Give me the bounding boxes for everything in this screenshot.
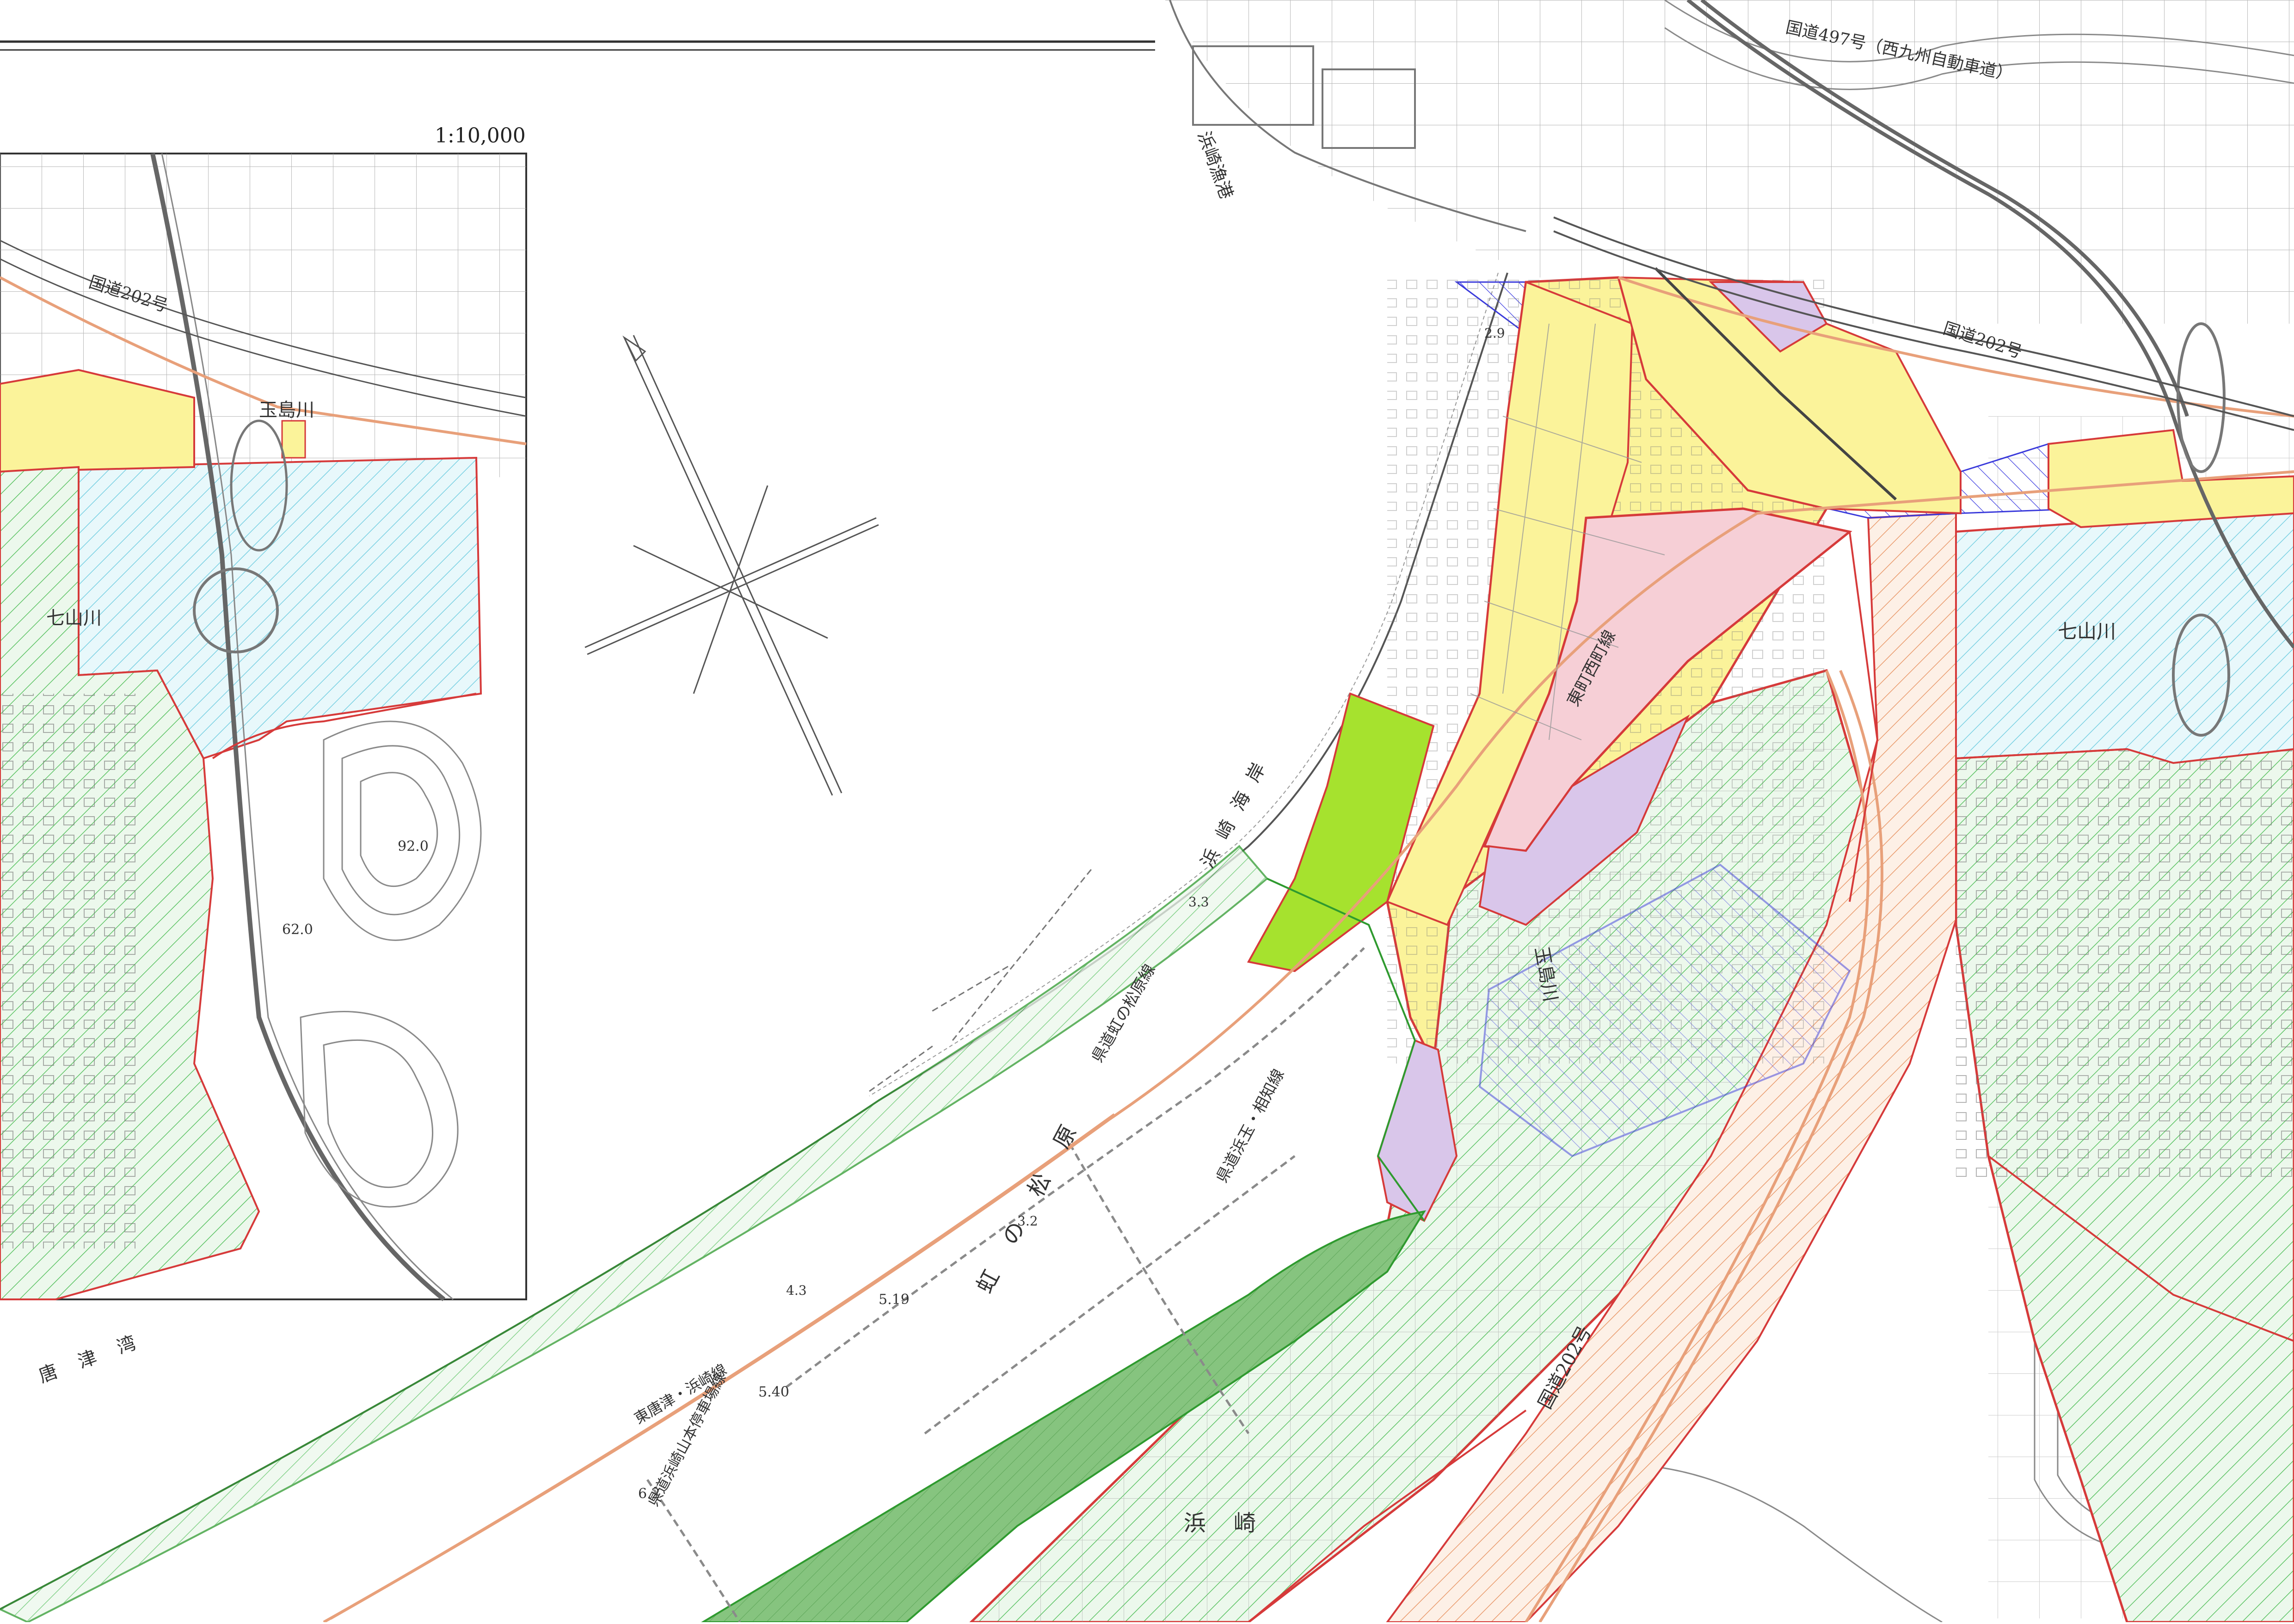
- compass-rose-icon: [584, 335, 879, 796]
- elev-3-3: 3.3: [1188, 894, 1209, 910]
- elev-5-19: 5.19: [879, 1292, 910, 1308]
- scale-label: 1:10,000: [435, 124, 526, 148]
- inset-map: 国道202号 玉島川 七山川 92.0 62.0: [0, 153, 527, 1301]
- map-canvas: 国道202号 玉島川 七山川 92.0 62.0 唐津湾 浜崎漁港 国道497号…: [0, 0, 2294, 1624]
- zoning-map: 国道202号 玉島川 七山川 92.0 62.0 唐津湾 浜崎漁港 国道497号…: [0, 0, 2294, 1624]
- inset-elev-92: 92.0: [398, 838, 429, 855]
- elev-5-40: 5.40: [758, 1384, 789, 1400]
- elev-3-2: 3.2: [1017, 1213, 1038, 1229]
- hamasaki-district-label: 浜崎: [1184, 1510, 1284, 1536]
- inset-nanayama-label: 七山川: [46, 608, 102, 629]
- zone-cyan-east: [1955, 507, 2294, 764]
- elev-4-3: 4.3: [786, 1283, 807, 1298]
- elev-2-9: 2.9: [1484, 326, 1505, 341]
- elev-6-2: 6.2: [638, 1486, 660, 1502]
- inset-tamashima-label: 玉島川: [259, 400, 314, 421]
- karatsu-bay-label: 唐津湾: [36, 1324, 160, 1387]
- nanayama-river-label: 七山川: [2058, 620, 2116, 643]
- inset-elev-62: 62.0: [282, 922, 313, 938]
